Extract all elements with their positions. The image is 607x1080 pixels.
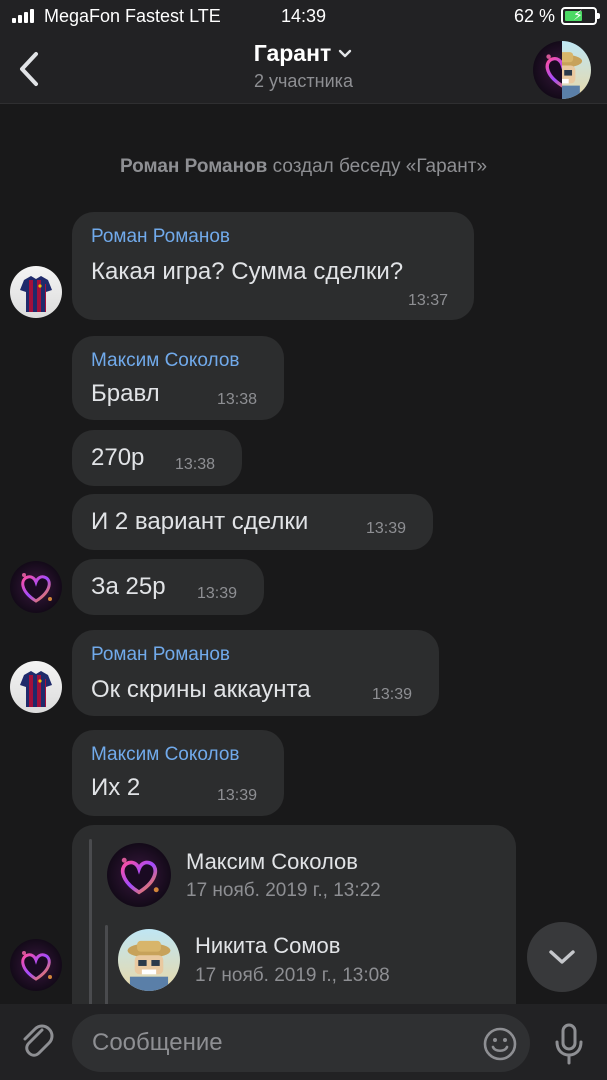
message-time: 13:39 xyxy=(372,686,413,703)
forwarded-date: 17 нояб. 2019 г., 13:08 xyxy=(195,965,390,986)
chat-header: Гарант 2 участника xyxy=(0,34,607,104)
message-time: 13:39 xyxy=(197,585,238,602)
back-button[interactable] xyxy=(14,50,48,88)
microphone-icon xyxy=(555,1023,583,1065)
message-bubble[interactable]: 270р 13:38 xyxy=(72,430,242,486)
message-text: За 25р xyxy=(91,573,166,600)
message-bubble[interactable]: И 2 вариант сделки 13:39 xyxy=(72,494,433,550)
message-time: 13:37 xyxy=(408,292,449,309)
paperclip-icon xyxy=(23,1024,54,1057)
service-message: Роман Романов создал беседу «Гарант» xyxy=(0,156,607,178)
message-bubble[interactable]: Роман Романов Какая игра? Сумма сделки? … xyxy=(72,212,474,320)
avatar[interactable] xyxy=(10,561,62,613)
chat-title-text: Гарант xyxy=(253,40,332,66)
voice-message-button[interactable] xyxy=(552,1022,586,1066)
forward-quote-line xyxy=(89,839,92,1015)
carrier-name: MegaFon Fastest LTE xyxy=(44,6,221,26)
message-text: Какая игра? Сумма сделки? xyxy=(91,258,404,285)
message-input[interactable] xyxy=(72,1014,530,1072)
message-text: Ок скрины аккаунта xyxy=(91,676,311,703)
service-author[interactable]: Роман Романов xyxy=(120,156,267,177)
message-text: Бравл xyxy=(91,380,160,407)
message-text: Их 2 xyxy=(91,774,141,801)
service-text: создал беседу «Гарант» xyxy=(272,156,488,177)
battery-icon: ⚡ xyxy=(561,7,600,25)
message-bubble[interactable]: Роман Романов Ок скрины аккаунта 13:39 xyxy=(72,630,439,716)
forwarded-messages[interactable]: Максим Соколов 17 нояб. 2019 г., 13:22 Н… xyxy=(72,825,516,1015)
chat-screen: MegaFon Fastest LTE 14:39 62 % ⚡ Гарант … xyxy=(0,0,607,1080)
message-bubble[interactable]: Максим Соколов Их 2 13:39 xyxy=(72,730,284,816)
member-count: 2 участника xyxy=(254,71,353,91)
chevron-down-icon xyxy=(549,950,575,964)
message-time: 13:39 xyxy=(217,787,258,804)
status-bar: MegaFon Fastest LTE 14:39 62 % ⚡ xyxy=(0,0,607,34)
scroll-down-button[interactable] xyxy=(527,922,597,992)
emoji-button[interactable] xyxy=(482,1026,518,1062)
message-text: 270р xyxy=(91,444,145,471)
forwarded-avatar[interactable] xyxy=(118,929,180,991)
avatar[interactable] xyxy=(10,939,62,991)
forwarded-author[interactable]: Никита Сомов xyxy=(195,933,340,959)
chat-title-area[interactable]: Гарант 2 участника xyxy=(150,40,457,92)
attach-button[interactable] xyxy=(18,1020,54,1060)
avatar[interactable] xyxy=(10,266,62,318)
smiley-icon xyxy=(483,1027,517,1061)
message-time: 13:39 xyxy=(366,520,407,537)
forwarded-date: 17 нояб. 2019 г., 13:22 xyxy=(186,880,381,901)
forwarded-avatar[interactable] xyxy=(107,843,171,907)
avatar[interactable] xyxy=(10,661,62,713)
compose-bar xyxy=(0,1004,607,1080)
signal-icon xyxy=(12,9,36,23)
message-bubble[interactable]: За 25р 13:39 xyxy=(72,559,264,615)
chat-avatar[interactable] xyxy=(533,41,591,99)
forward-quote-line xyxy=(105,925,108,1015)
chevron-left-icon xyxy=(20,52,38,86)
chat-title[interactable]: Гарант xyxy=(254,40,354,67)
message-list[interactable]: Роман Романов создал беседу «Гарант» Ром… xyxy=(0,104,607,1015)
message-author[interactable]: Максим Соколов xyxy=(91,350,240,372)
message-time: 13:38 xyxy=(217,391,258,408)
message-author[interactable]: Роман Романов xyxy=(91,226,230,248)
message-text: И 2 вариант сделки xyxy=(91,508,309,535)
message-bubble[interactable]: Максим Соколов Бравл 13:38 xyxy=(72,336,284,420)
battery-percent: 62 % xyxy=(513,6,555,26)
message-author[interactable]: Максим Соколов xyxy=(91,744,240,766)
forwarded-author[interactable]: Максим Соколов xyxy=(186,849,358,875)
chevron-down-icon xyxy=(339,49,352,57)
message-author[interactable]: Роман Романов xyxy=(91,644,230,666)
message-time: 13:38 xyxy=(175,456,216,473)
